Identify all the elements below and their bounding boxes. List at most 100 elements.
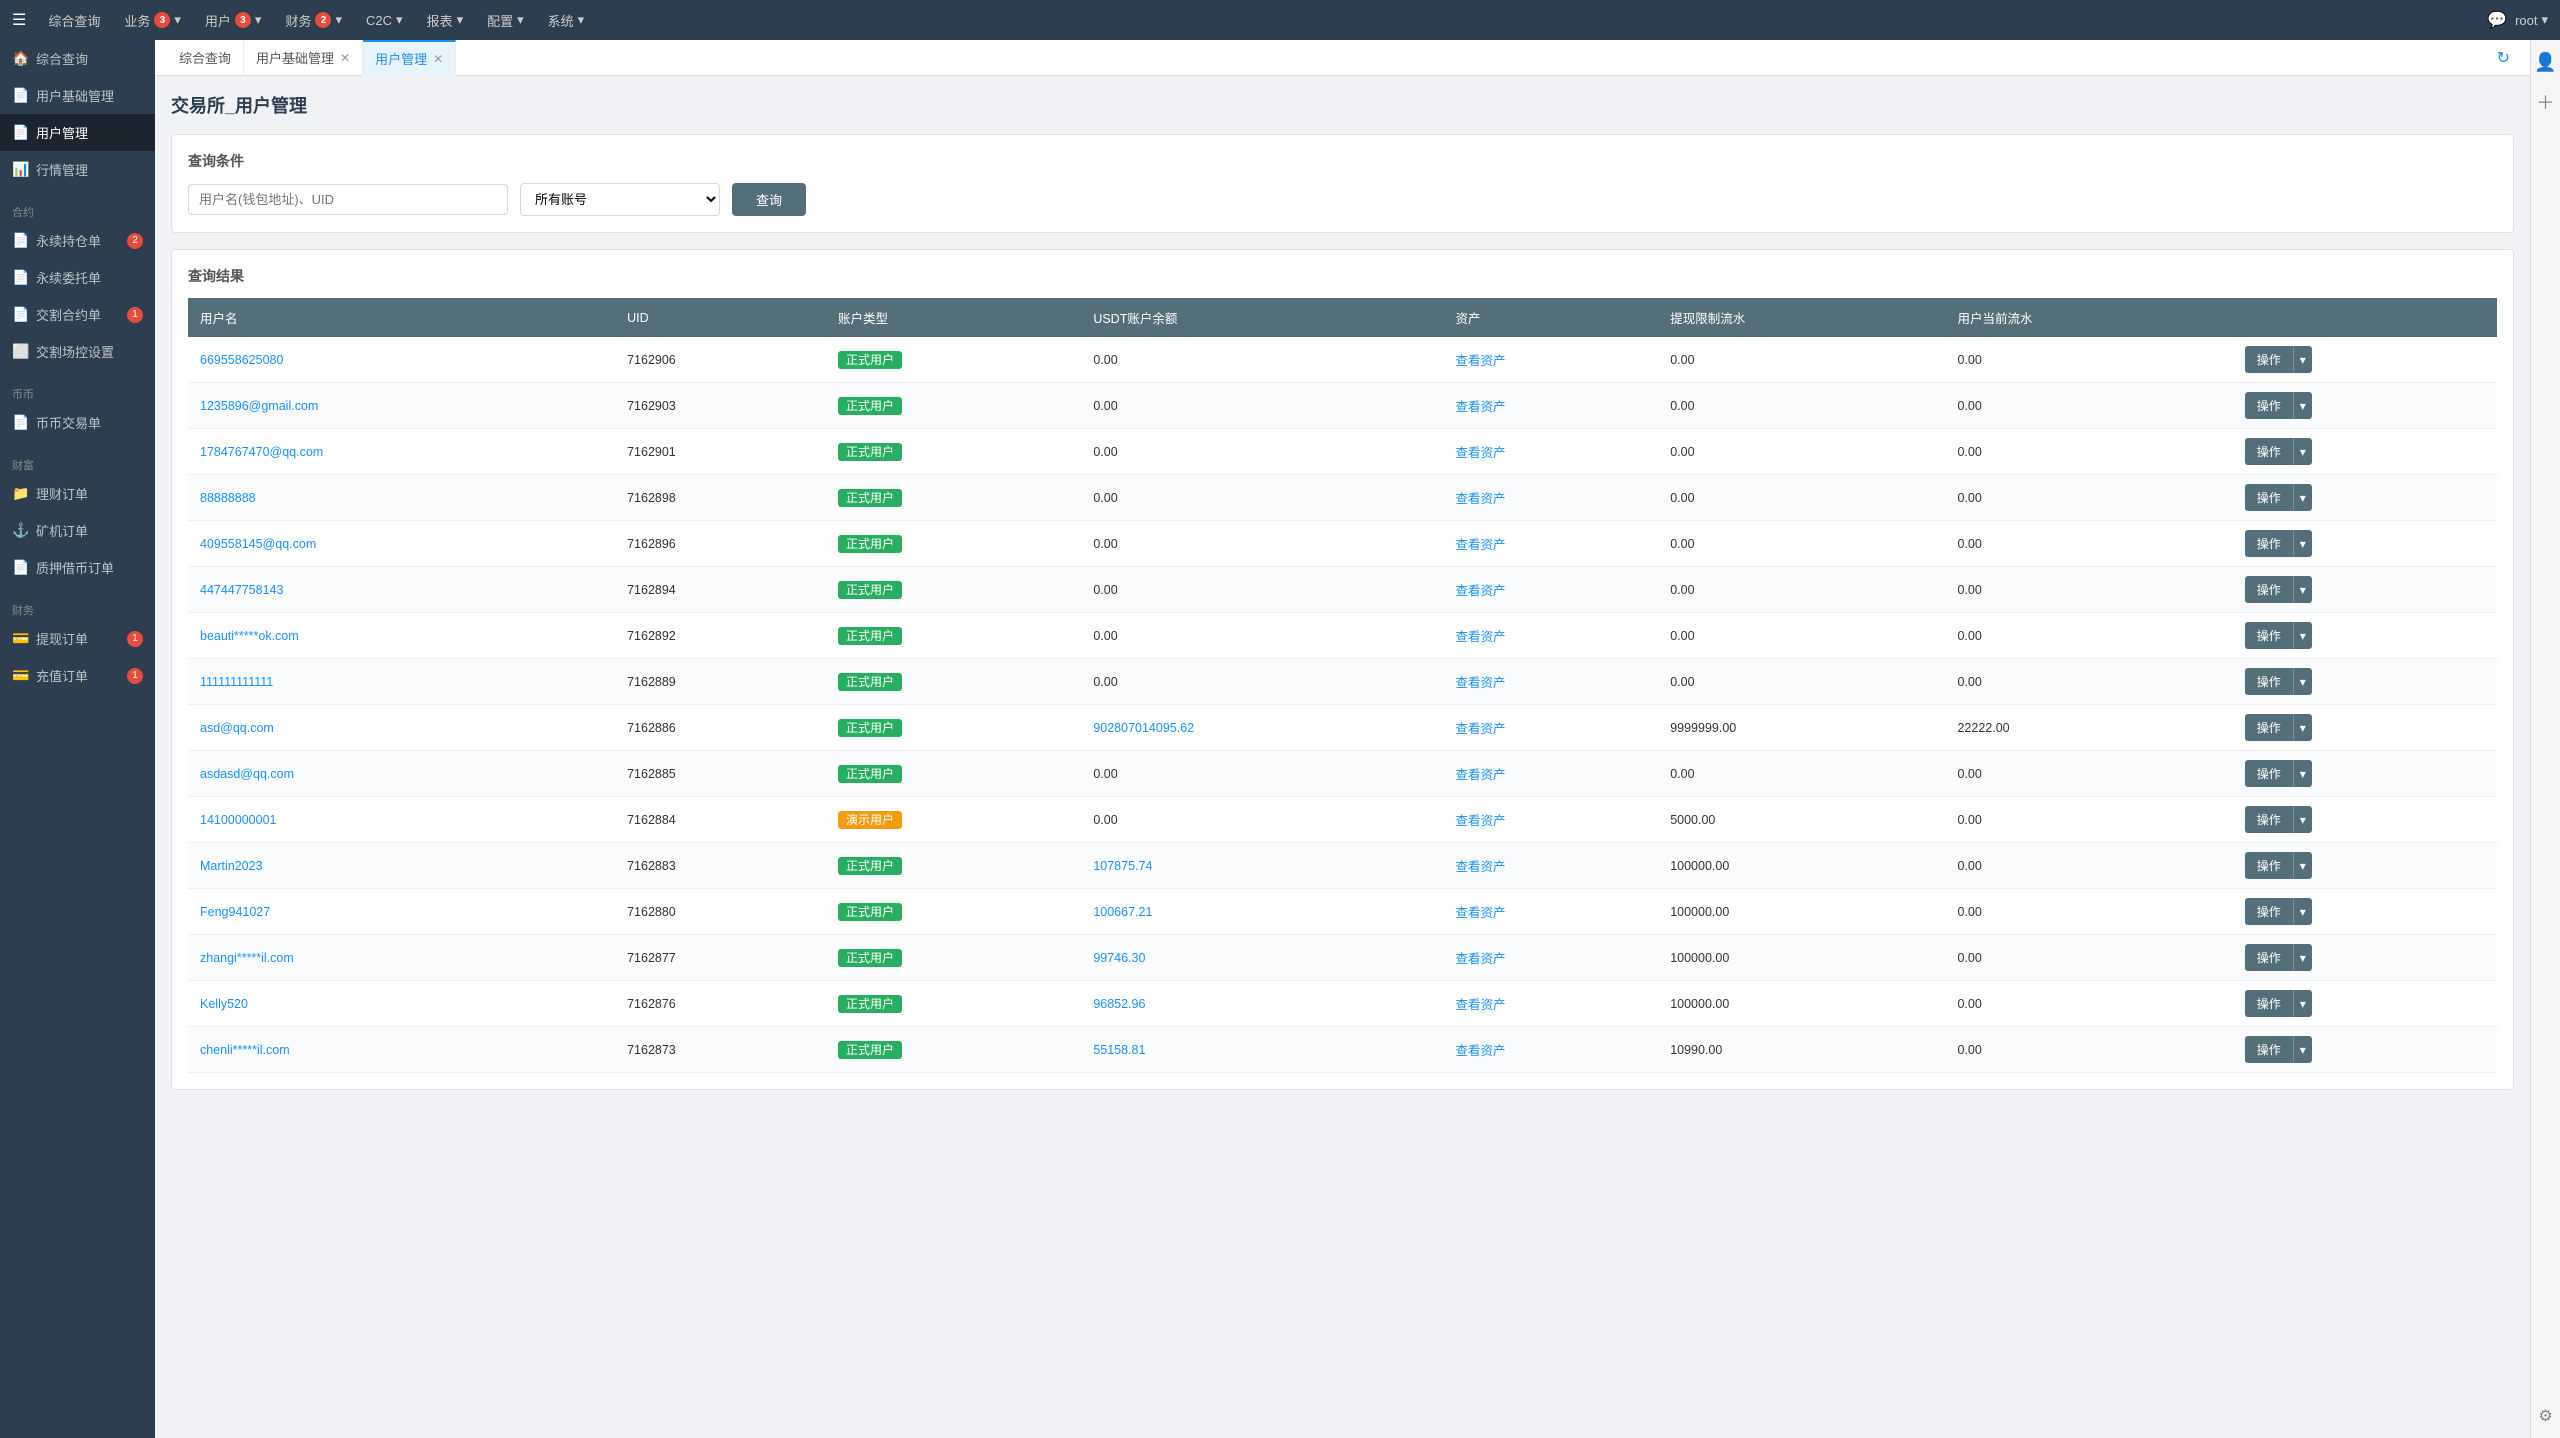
username-link[interactable]: 14100000001 xyxy=(200,813,276,827)
sidebar-item-deposit-order[interactable]: 💳 充值订单 1 xyxy=(0,657,155,694)
sidebar-item-spot-trade[interactable]: 📄 币币交易单 xyxy=(0,404,155,441)
action-dropdown-button[interactable]: ▾ xyxy=(2293,806,2312,833)
tab-user-base[interactable]: 用户基础管理 ✕ xyxy=(244,40,363,76)
action-dropdown-button[interactable]: ▾ xyxy=(2293,530,2312,557)
tab-user-mgmt[interactable]: 用户管理 ✕ xyxy=(363,40,456,76)
action-dropdown-button[interactable]: ▾ xyxy=(2293,760,2312,787)
username-link[interactable]: asdasd@qq.com xyxy=(200,767,294,781)
action-button[interactable]: 操作 xyxy=(2245,392,2293,419)
action-button[interactable]: 操作 xyxy=(2245,852,2293,879)
username-link[interactable]: asd@qq.com xyxy=(200,721,274,735)
action-button[interactable]: 操作 xyxy=(2245,714,2293,741)
action-button[interactable]: 操作 xyxy=(2245,806,2293,833)
nav-item-system[interactable]: 系统 ▾ xyxy=(538,0,595,40)
asset-link[interactable]: 查看资产 xyxy=(1455,814,1505,828)
username-link[interactable]: chenli*****il.com xyxy=(200,1043,290,1057)
sidebar-item-miner-order[interactable]: ⚓ 矿机订单 xyxy=(0,512,155,549)
asset-link[interactable]: 查看资产 xyxy=(1455,1044,1505,1058)
tab-user-mgmt-close-icon[interactable]: ✕ xyxy=(433,52,443,66)
tab-user-base-close-icon[interactable]: ✕ xyxy=(340,51,350,65)
account-type-select[interactable]: 所有账号 正式用户 演示用户 xyxy=(520,183,720,216)
action-button[interactable]: 操作 xyxy=(2245,484,2293,511)
action-button[interactable]: 操作 xyxy=(2245,346,2293,373)
sidebar-item-user-base[interactable]: 📄 用户基础管理 xyxy=(0,77,155,114)
action-dropdown-button[interactable]: ▾ xyxy=(2293,438,2312,465)
username-link[interactable]: Martin2023 xyxy=(200,859,263,873)
asset-link[interactable]: 查看资产 xyxy=(1455,998,1505,1012)
sidebar-item-withdraw-order[interactable]: 💳 提现订单 1 xyxy=(0,620,155,657)
asset-link[interactable]: 查看资产 xyxy=(1455,538,1505,552)
add-icon[interactable]: ＋ xyxy=(2533,85,2559,119)
action-dropdown-button[interactable]: ▾ xyxy=(2293,576,2312,603)
username-link[interactable]: 447447758143 xyxy=(200,583,283,597)
action-button[interactable]: 操作 xyxy=(2245,944,2293,971)
asset-link[interactable]: 查看资产 xyxy=(1455,584,1505,598)
asset-link[interactable]: 查看资产 xyxy=(1455,492,1505,506)
search-button[interactable]: 查询 xyxy=(732,183,806,216)
nav-item-finance[interactable]: 财务 2 ▾ xyxy=(275,0,352,40)
action-button[interactable]: 操作 xyxy=(2245,1036,2293,1063)
sidebar-item-perpetual-entrust[interactable]: 📄 永续委托单 xyxy=(0,259,155,296)
username-link[interactable]: 1235896@gmail.com xyxy=(200,399,318,413)
username-link[interactable]: zhangi*****il.com xyxy=(200,951,294,965)
sidebar-item-delivery-contract[interactable]: 📄 交割合约单 1 xyxy=(0,296,155,333)
action-button[interactable]: 操作 xyxy=(2245,576,2293,603)
action-dropdown-button[interactable]: ▾ xyxy=(2293,392,2312,419)
asset-link[interactable]: 查看资产 xyxy=(1455,952,1505,966)
asset-link[interactable]: 查看资产 xyxy=(1455,400,1505,414)
action-button[interactable]: 操作 xyxy=(2245,990,2293,1017)
asset-link[interactable]: 查看资产 xyxy=(1455,676,1505,690)
settings-icon[interactable]: ⚙ xyxy=(2534,1402,2556,1430)
username-link[interactable]: 409558145@qq.com xyxy=(200,537,316,551)
action-dropdown-button[interactable]: ▾ xyxy=(2293,898,2312,925)
hamburger-menu-icon[interactable]: ☰ xyxy=(12,10,26,30)
username-link[interactable]: Kelly520 xyxy=(200,997,248,1011)
nav-item-business[interactable]: 业务 3 ▾ xyxy=(114,0,191,40)
avatar-icon[interactable]: 👤 xyxy=(2530,48,2560,77)
nav-item-report[interactable]: 报表 ▾ xyxy=(417,0,474,40)
username-link[interactable]: Feng941027 xyxy=(200,905,270,919)
asset-link[interactable]: 查看资产 xyxy=(1455,354,1505,368)
refresh-icon[interactable]: ↻ xyxy=(2497,48,2510,68)
action-button[interactable]: 操作 xyxy=(2245,530,2293,557)
search-input[interactable] xyxy=(188,184,508,215)
username-link[interactable]: 111111111111 xyxy=(200,675,273,689)
action-dropdown-button[interactable]: ▾ xyxy=(2293,622,2312,649)
username-link[interactable]: beauti*****ok.com xyxy=(200,629,299,643)
action-button[interactable]: 操作 xyxy=(2245,760,2293,787)
nav-item-users[interactable]: 用户 3 ▾ xyxy=(195,0,272,40)
sidebar-item-finance-order[interactable]: 📁 理财订单 xyxy=(0,475,155,512)
asset-link[interactable]: 查看资产 xyxy=(1455,906,1505,920)
action-button[interactable]: 操作 xyxy=(2245,438,2293,465)
action-dropdown-button[interactable]: ▾ xyxy=(2293,668,2312,695)
asset-link[interactable]: 查看资产 xyxy=(1455,630,1505,644)
sidebar-item-delivery-control[interactable]: ⬜ 交割场控设置 xyxy=(0,333,155,370)
action-dropdown-button[interactable]: ▾ xyxy=(2293,714,2312,741)
asset-link[interactable]: 查看资产 xyxy=(1455,768,1505,782)
sidebar-item-user-mgmt[interactable]: 📄 用户管理 xyxy=(0,114,155,151)
action-dropdown-button[interactable]: ▾ xyxy=(2293,346,2312,373)
action-dropdown-button[interactable]: ▾ xyxy=(2293,990,2312,1017)
sidebar-item-perpetual-hold[interactable]: 📄 永续持仓单 2 xyxy=(0,222,155,259)
username-link[interactable]: 88888888 xyxy=(200,491,256,505)
sidebar-item-pledge-order[interactable]: 📄 质押借币订单 xyxy=(0,549,155,586)
asset-link[interactable]: 查看资产 xyxy=(1455,722,1505,736)
action-button[interactable]: 操作 xyxy=(2245,622,2293,649)
action-dropdown-button[interactable]: ▾ xyxy=(2293,484,2312,511)
nav-item-c2c[interactable]: C2C ▾ xyxy=(356,0,413,40)
action-dropdown-button[interactable]: ▾ xyxy=(2293,1036,2312,1063)
nav-item-config[interactable]: 配置 ▾ xyxy=(477,0,534,40)
asset-link[interactable]: 查看资产 xyxy=(1455,446,1505,460)
action-dropdown-button[interactable]: ▾ xyxy=(2293,852,2312,879)
user-menu[interactable]: root ▾ xyxy=(2515,12,2548,28)
nav-item-dashboard[interactable]: 综合查询 xyxy=(38,0,110,40)
sidebar-item-dashboard[interactable]: 🏠 综合查询 xyxy=(0,40,155,77)
username-link[interactable]: 1784767470@qq.com xyxy=(200,445,323,459)
asset-link[interactable]: 查看资产 xyxy=(1455,860,1505,874)
chat-icon[interactable]: 💬 xyxy=(2487,10,2507,30)
sidebar-item-market[interactable]: 📊 行情管理 xyxy=(0,151,155,188)
action-dropdown-button[interactable]: ▾ xyxy=(2293,944,2312,971)
username-link[interactable]: 669558625080 xyxy=(200,353,283,367)
action-button[interactable]: 操作 xyxy=(2245,898,2293,925)
tab-dashboard[interactable]: 综合查询 xyxy=(167,40,244,76)
